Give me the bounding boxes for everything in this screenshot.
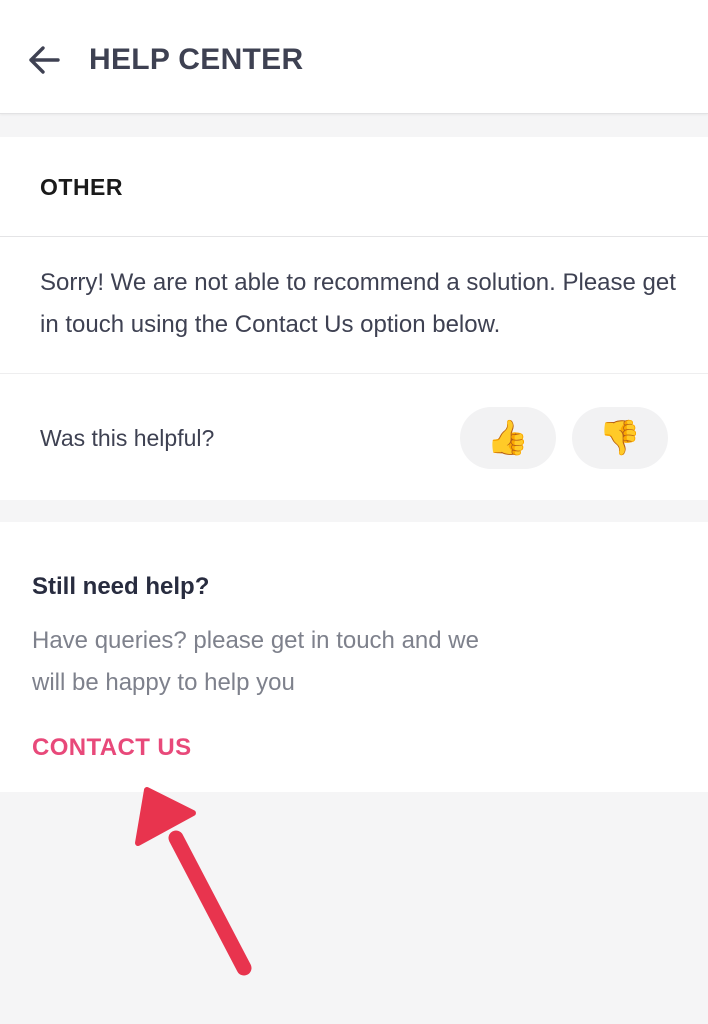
thumbs-up-button[interactable]: 👍 [460,407,556,469]
arrow-left-icon [29,46,60,74]
divider [0,236,708,237]
page-title: HELP CENTER [89,43,304,76]
feedback-question: Was this helpful? [40,425,215,451]
contact-us-button[interactable]: CONTACT US [32,731,192,765]
app-header: HELP CENTER [0,0,708,114]
support-description-line: will be happy to help you [32,669,295,696]
back-button[interactable] [24,40,64,80]
divider [0,373,708,374]
thumbs-up-icon: 👍 [486,419,530,457]
section-title: OTHER [40,174,123,200]
thumbs-down-icon: 👎 [598,419,642,457]
article-message: Sorry! We are not able to recommend a so… [40,269,676,338]
thumbs-down-button[interactable]: 👎 [572,407,668,469]
support-description-line: Have queries? please get in touch and we [32,627,479,654]
support-description: Have queries? please get in touch and we… [32,620,512,704]
support-title: Still need help? [32,573,210,600]
